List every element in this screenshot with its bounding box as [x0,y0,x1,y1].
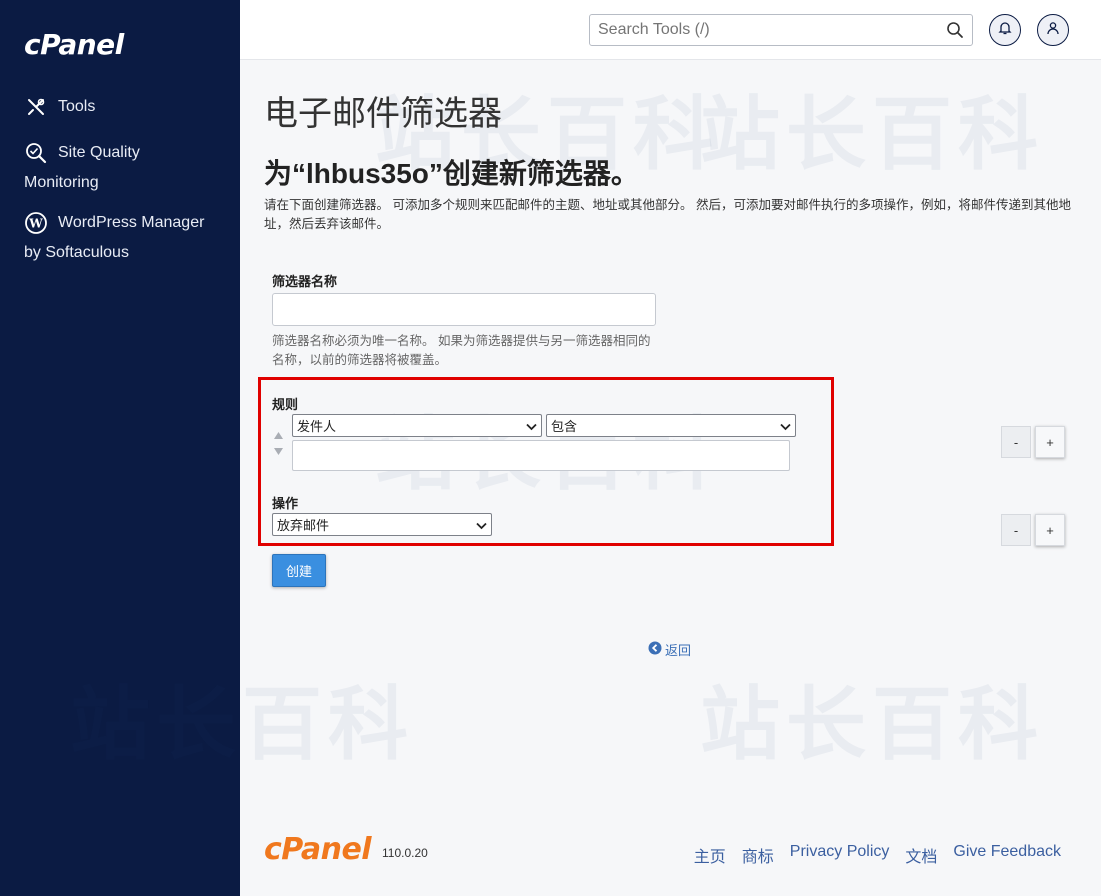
move-up-icon[interactable] [274,427,284,443]
filter-name-input[interactable] [272,293,656,326]
sidebar-item-label: WordPress Manager [58,214,205,231]
rule-value-input[interactable] [292,440,790,471]
user-icon [1046,21,1060,40]
sidebar: cPanel Tools Site Quality Monitoring W W… [0,0,240,896]
tools-icon [24,95,48,119]
footer-link-feedback[interactable]: Give Feedback [953,843,1061,867]
page-description: 请在下面创建筛选器。 可添加多个规则来匹配邮件的主题、地址或其他部分。 然后，可… [264,198,1071,231]
add-rule-button[interactable]: + [1035,426,1065,458]
sidebar-item-label-line2: Monitoring [24,174,99,191]
remove-rule-button[interactable]: - [1001,426,1031,458]
site-quality-icon [24,141,48,165]
rule-reorder [274,427,284,459]
chevron-down-icon [780,420,791,435]
bell-icon [998,21,1012,40]
sidebar-item-label-line2: by Softaculous [24,244,129,261]
rule-field-select[interactable]: 发件人 [292,414,542,437]
version-number: 110.0.20 [382,846,428,860]
filter-name-help: 筛选器名称必须为唯一名称。 如果为筛选器提供与另一筛选器相同的名称，以前的筛选器… [272,334,651,367]
footer-links: 主页 商标 Privacy Policy 文档 Give Feedback [694,843,1061,867]
action-label: 操作 [272,496,299,511]
sidebar-item-site-quality[interactable]: Site Quality Monitoring [24,138,140,198]
rules-label: 规则 [272,397,299,412]
chevron-down-icon [476,519,487,534]
sidebar-item-label: Site Quality [58,144,140,161]
rule-match-select[interactable]: 包含 [546,414,796,437]
move-down-icon[interactable] [274,443,284,459]
add-action-button[interactable]: + [1035,514,1065,546]
top-header [240,0,1101,60]
back-link[interactable]: 返回 [648,640,691,659]
sidebar-item-tools[interactable]: Tools [24,92,95,122]
footer-link-trademarks[interactable]: 商标 [742,843,774,867]
action-select[interactable]: 放弃邮件 [272,513,492,536]
filter-name-label: 筛选器名称 [272,274,338,289]
create-button[interactable]: 创建 [272,554,326,587]
user-menu-button[interactable] [1037,14,1069,46]
footer-cpanel-logo[interactable]: cPanel [264,832,372,867]
search-box [589,14,973,46]
footer-link-home[interactable]: 主页 [694,843,726,867]
main-content: 电子邮件筛选器 为“lhbus35o”创建新筛选器。 请在下面创建筛选器。 可添… [240,60,1101,896]
remove-action-button[interactable]: - [1001,514,1031,546]
page-title: 电子邮件筛选器 [264,95,502,133]
wordpress-icon: W [24,211,48,235]
footer-link-docs[interactable]: 文档 [905,843,937,867]
sidebar-item-label: Tools [58,98,96,115]
sidebar-item-wordpress-manager[interactable]: W WordPress Manager by Softaculous [24,208,204,268]
cpanel-logo[interactable]: cPanel [24,28,124,61]
section-title: 为“lhbus35o”创建新筛选器。 [264,158,639,189]
chevron-down-icon [526,420,537,435]
search-input[interactable] [590,15,930,45]
search-icon[interactable] [946,21,964,44]
svg-text:W: W [28,217,43,231]
notifications-button[interactable] [989,14,1021,46]
back-arrow-icon [648,641,662,658]
footer-link-privacy[interactable]: Privacy Policy [790,843,890,867]
